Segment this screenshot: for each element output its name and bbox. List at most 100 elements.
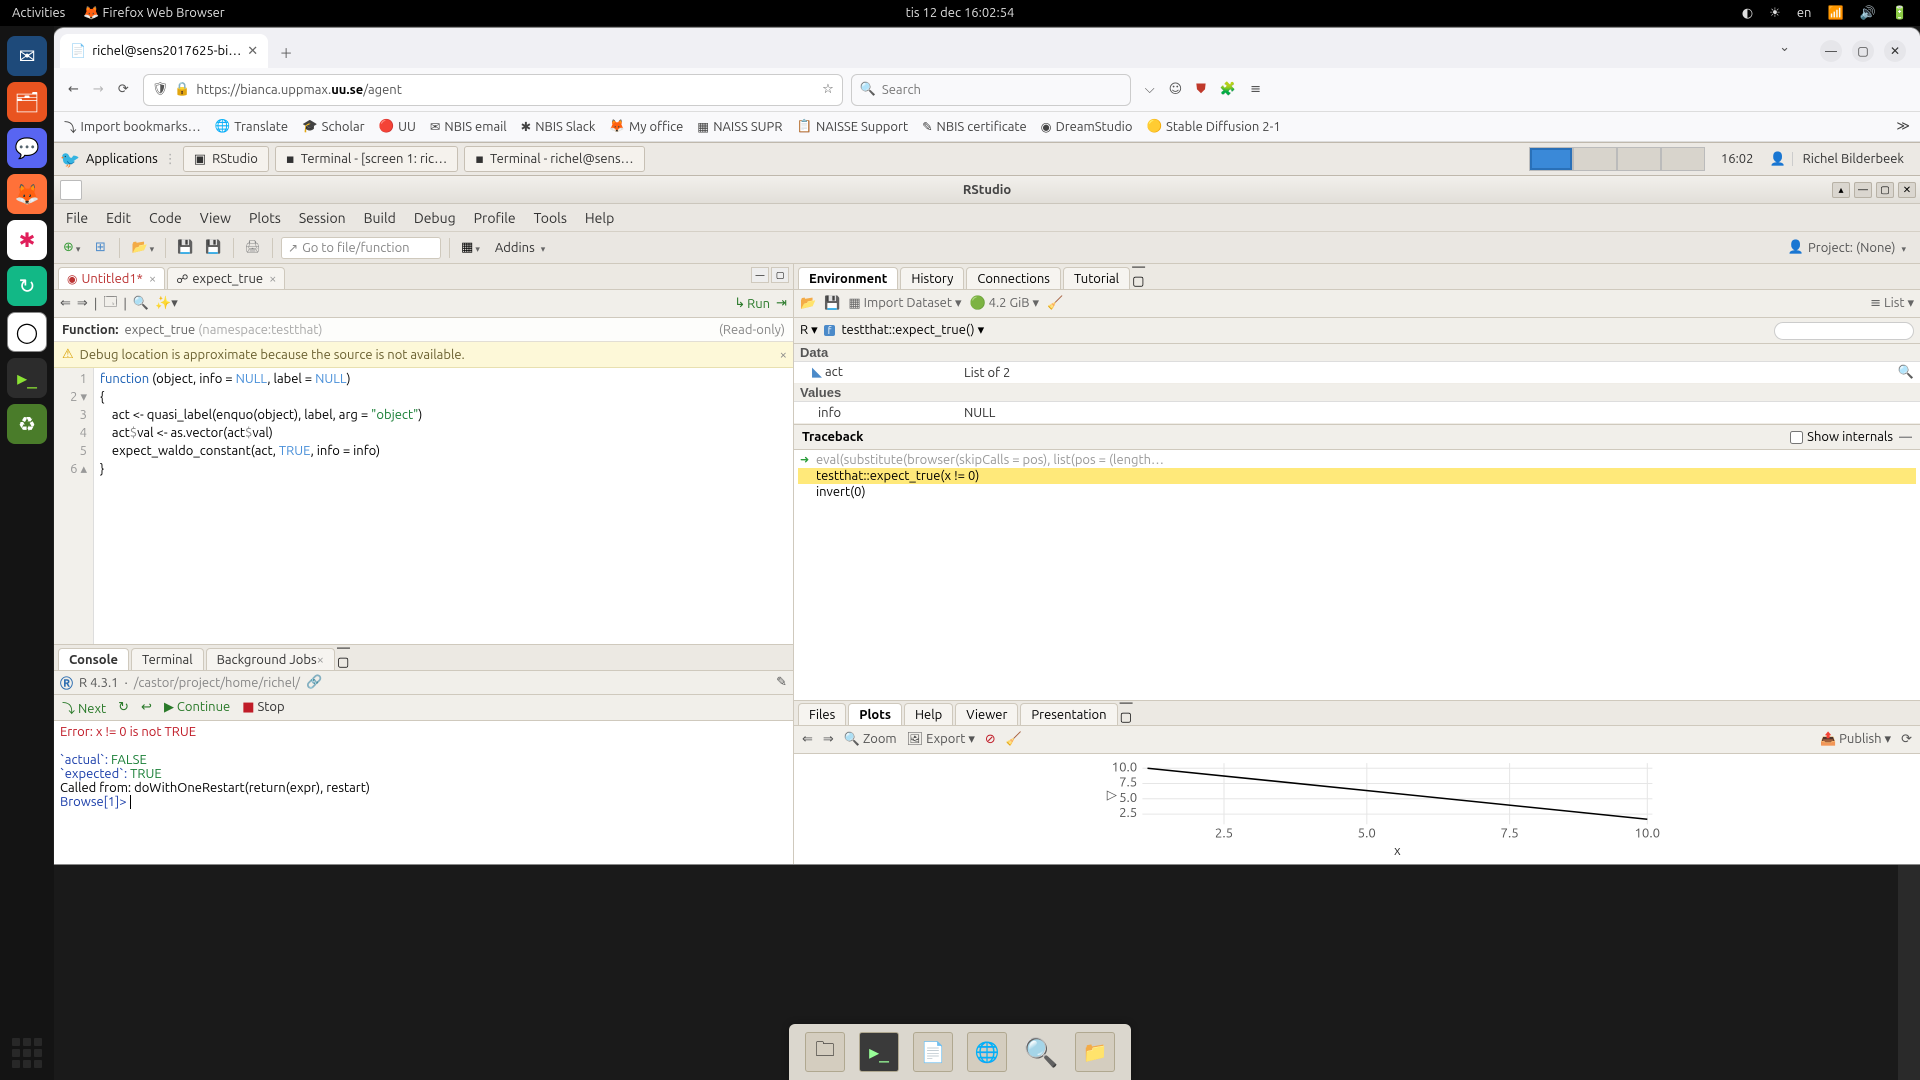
menu-plots[interactable]: Plots [249, 210, 281, 226]
traceback-frame[interactable]: eval(substitute(browser(skipCalls = pos)… [798, 452, 1916, 468]
dock-app-unknown[interactable]: ◯ [7, 312, 47, 352]
project-menu[interactable]: 👤 Project: (None) [1788, 240, 1914, 255]
night-light-icon[interactable]: ◐ [1742, 6, 1753, 21]
rs-minimize-button[interactable]: — [1854, 182, 1872, 198]
bookmark-item[interactable]: ✎ NBIS certificate [922, 119, 1027, 134]
tab-overflow-icon[interactable]: ⌄ [1779, 40, 1790, 62]
debug-stop-button[interactable]: ■ Stop [242, 700, 284, 715]
dock-folder-icon[interactable]: 📁 [1075, 1032, 1115, 1072]
find-icon[interactable]: 🔍 [133, 296, 149, 311]
bookmark-item[interactable]: ▦ NAISS SUPR [697, 119, 782, 134]
back-icon[interactable]: ⇐ [60, 296, 71, 311]
bookmark-item[interactable]: ✱ NBIS Slack [521, 119, 596, 134]
remote-user-name[interactable]: Richel Bilderbeek [1792, 152, 1914, 166]
wand-icon[interactable]: ✨▾ [155, 296, 178, 311]
debug-next-button[interactable]: ⤵ Next [62, 698, 106, 717]
dock-files-icon[interactable]: 🗀 [805, 1032, 845, 1072]
pocket-icon[interactable]: ⌵ [1145, 82, 1155, 97]
window-close-button[interactable]: ✕ [1884, 40, 1906, 62]
show-in-new-icon[interactable]: 🗔 [103, 293, 117, 315]
debug-step-out-icon[interactable]: ↩ [141, 700, 152, 715]
dock-terminal-icon[interactable]: ▸_ [859, 1032, 899, 1072]
remote-menu-icon[interactable]: 🐦 [60, 150, 80, 169]
env-search-input[interactable] [1774, 322, 1914, 340]
env-row-act[interactable]: ◣ act List of 2 🔍 [794, 362, 1920, 384]
battery-icon[interactable]: 🔋 [1892, 6, 1908, 21]
extensions-icon[interactable]: 🧩 [1220, 82, 1236, 97]
plot-next-icon[interactable]: ⇒ [823, 732, 834, 747]
bookmark-item[interactable]: 🟡 Stable Diffusion 2-1 [1146, 119, 1280, 134]
plot-canvas[interactable]: 10.07.5 5.02.5 ▷ 2.55.0 7.510.0 x [794, 754, 1920, 864]
account-icon[interactable]: ☺ [1169, 82, 1183, 97]
open-file-button[interactable]: 📂 [128, 237, 157, 259]
bookmark-item[interactable]: ⤵ Import bookmarks… [64, 117, 201, 136]
addins-menu[interactable]: Addins [489, 241, 551, 255]
nav-reload-icon[interactable]: ⟳ [118, 82, 129, 97]
forward-icon[interactable]: ⇒ [77, 296, 88, 311]
dismiss-warning-icon[interactable]: × [780, 348, 787, 362]
dock-editor-icon[interactable]: 📄 [913, 1032, 953, 1072]
code-content[interactable]: function (object, info = NULL, label = N… [94, 368, 428, 644]
ublock-icon[interactable]: ⛊ [1196, 82, 1206, 97]
rs-rollup-button[interactable]: ▴ [1832, 182, 1850, 198]
rs-close-button[interactable]: ✕ [1898, 182, 1916, 198]
traceback-collapse-icon[interactable]: — [1899, 430, 1912, 444]
tab-environment[interactable]: Environment [798, 267, 898, 289]
bookmark-item[interactable]: 📋 NAISSE Support [796, 119, 908, 134]
new-project-button[interactable]: ⊞ [89, 237, 111, 259]
show-internals-checkbox[interactable]: Show internals [1790, 430, 1893, 444]
taskbar-item-terminal1[interactable]: ▪ Terminal - [screen 1: ric… [275, 146, 458, 172]
menu-code[interactable]: Code [149, 210, 182, 226]
bookmark-star-icon[interactable]: ☆ [822, 82, 834, 97]
rs-maximize-button[interactable]: ▢ [1876, 182, 1894, 198]
shield-icon[interactable]: 🛡 [152, 82, 169, 97]
tab-presentation[interactable]: Presentation [1020, 703, 1117, 725]
pane-maximize-icon[interactable]: ▢ [1132, 274, 1145, 289]
workspace-switcher[interactable] [1529, 147, 1705, 171]
dock-app-slack[interactable]: ✱ [7, 220, 47, 260]
env-scope-r[interactable]: R ▾ [800, 323, 818, 338]
plot-prev-icon[interactable]: ⇐ [802, 732, 813, 747]
save-workspace-icon[interactable]: 💾 [824, 296, 840, 311]
clear-all-plots-icon[interactable]: 🧹 [1006, 732, 1022, 747]
rerun-icon[interactable]: ⇥ [776, 296, 787, 311]
load-workspace-icon[interactable]: 📂 [800, 296, 816, 311]
publish-menu[interactable]: 📤 Publish ▾ [1820, 732, 1891, 747]
bookmark-item[interactable]: 🦊 My office [609, 119, 683, 134]
zoom-button[interactable]: 🔍 Zoom [844, 732, 897, 747]
window-minimize-button[interactable]: — [1820, 40, 1842, 62]
menu-build[interactable]: Build [364, 210, 396, 226]
bookmark-item[interactable]: 🔴 UU [379, 119, 416, 134]
dock-app-discord[interactable]: 💬 [7, 128, 47, 168]
traceback-frame[interactable]: testthat::expect_true(x != 0) [798, 468, 1916, 484]
bookmark-item[interactable]: ✉ NBIS email [430, 119, 507, 134]
goto-file-input[interactable]: ↗ Go to file/function [281, 237, 441, 259]
bookmarks-overflow-icon[interactable]: ≫ [1896, 119, 1910, 134]
print-button[interactable]: 🖨 [242, 237, 265, 259]
debug-step-in-icon[interactable]: ↻ [118, 700, 129, 715]
activities-button[interactable]: Activities [12, 6, 65, 21]
url-bar[interactable]: 🛡 🔒 https://bianca.uppmax.uu.se/agent ☆ [143, 74, 843, 106]
source-tab-untitled[interactable]: ◉ Untitled1* × [58, 267, 165, 289]
tab-files[interactable]: Files [798, 703, 846, 725]
window-maximize-button[interactable]: ▢ [1852, 40, 1874, 62]
dock-app-files[interactable]: 🗂 [7, 82, 47, 122]
pane-minimize-icon[interactable]: — [751, 267, 769, 283]
menu-session[interactable]: Session [299, 210, 346, 226]
dock-app-thunderbird[interactable]: ✉ [7, 36, 47, 76]
tab-history[interactable]: History [900, 267, 964, 289]
menu-edit[interactable]: Edit [106, 210, 131, 226]
dock-app-firefox[interactable]: 🦊 [7, 174, 47, 214]
rstudio-titlebar[interactable]: RStudio ▴ — ▢ ✕ [54, 176, 1920, 204]
tab-connections[interactable]: Connections [966, 267, 1061, 289]
gnome-clock[interactable]: tis 12 dec 16:02:54 [906, 6, 1015, 20]
tab-viewer[interactable]: Viewer [955, 703, 1018, 725]
import-dataset-menu[interactable]: ▦ Import Dataset ▾ [848, 296, 961, 311]
dock-search-icon[interactable]: 🔍 [1021, 1032, 1061, 1072]
menu-help[interactable]: Help [585, 210, 614, 226]
tab-background-jobs[interactable]: Background Jobs × [206, 648, 335, 670]
current-app-label[interactable]: 🦊 Firefox Web Browser [83, 6, 224, 21]
save-all-button[interactable]: 💾 [202, 237, 224, 259]
inspect-icon[interactable]: 🔍 [1898, 365, 1920, 380]
keyboard-lang[interactable]: en [1797, 6, 1812, 20]
